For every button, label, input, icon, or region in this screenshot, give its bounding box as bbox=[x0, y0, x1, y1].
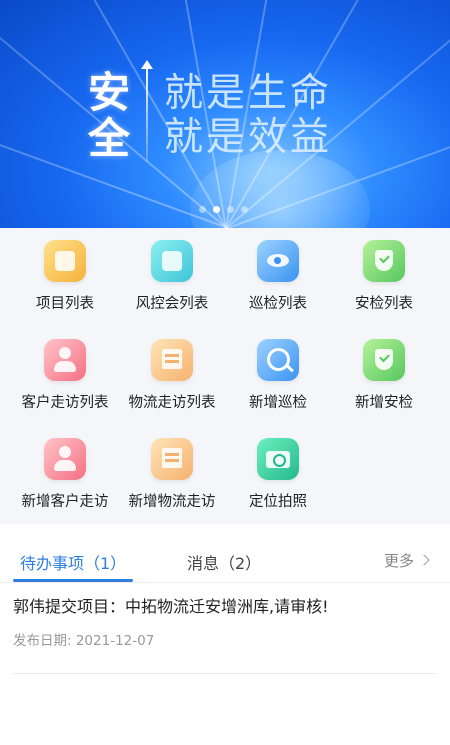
menu-label: 新增客户走访 bbox=[21, 494, 109, 510]
todo-title: 郭伟提交项目：中拓物流迁安增洲库,请审核! bbox=[13, 597, 329, 616]
banner-carousel[interactable]: 安 全 就是生命 就是效益 bbox=[0, 0, 450, 228]
menu-label: 新增安检 bbox=[355, 395, 413, 411]
patrol-list-icon bbox=[257, 240, 299, 282]
slogan-line-2: 就是效益 bbox=[164, 115, 333, 160]
banner-slogan-safety: 安 全 bbox=[88, 70, 140, 162]
menu-label: 安检列表 bbox=[355, 296, 413, 312]
more-label: 更多 bbox=[383, 552, 414, 570]
banner-slogan-lines: 就是生命 就是效益 bbox=[164, 72, 332, 160]
add-safety-check-icon bbox=[363, 339, 405, 381]
carousel-indicator bbox=[199, 206, 248, 213]
add-logistics-visit-icon bbox=[151, 438, 193, 480]
logistics-visit-list-icon bbox=[151, 339, 193, 381]
menu-label: 定位拍照 bbox=[249, 494, 307, 510]
banner-glow bbox=[190, 150, 370, 228]
menu-item-add-customer-visit[interactable]: 新增客户走访 bbox=[9, 438, 121, 511]
menu-label: 客户走访列表 bbox=[21, 395, 109, 411]
menu-item-risk-meeting-list[interactable]: 风控会列表 bbox=[116, 240, 228, 313]
menu-item-project-list[interactable]: 项目列表 bbox=[9, 240, 121, 313]
menu-item-location-photo[interactable]: 定位拍照 bbox=[222, 438, 334, 511]
list-item[interactable]: 郭伟提交项目：中拓物流迁安增洲库,请审核! 发布日期: 2021-12-07 bbox=[13, 595, 437, 649]
menu-label: 巡检列表 bbox=[249, 296, 307, 312]
menu-label: 新增物流走访 bbox=[128, 494, 216, 510]
tab-todo[interactable]: 待办事项（1） bbox=[20, 550, 126, 574]
add-customer-visit-icon bbox=[44, 438, 86, 480]
menu-item-add-patrol[interactable]: 新增巡检 bbox=[222, 339, 334, 412]
carousel-dot[interactable] bbox=[227, 206, 234, 213]
more-link[interactable]: 更多 bbox=[383, 550, 430, 571]
menu-item-patrol-list[interactable]: 巡检列表 bbox=[222, 240, 334, 313]
slogan-char: 全 bbox=[88, 114, 133, 163]
slogan-divider bbox=[146, 66, 148, 162]
todo-date: 发布日期: 2021-12-07 bbox=[13, 633, 155, 649]
slogan-char: 安 bbox=[88, 68, 133, 117]
menu-label: 项目列表 bbox=[36, 296, 94, 312]
customer-visit-list-icon bbox=[44, 339, 86, 381]
carousel-dot[interactable] bbox=[199, 206, 206, 213]
risk-meeting-icon bbox=[151, 240, 193, 282]
carousel-dot[interactable] bbox=[241, 206, 248, 213]
safety-check-list-icon bbox=[363, 240, 405, 282]
chevron-right-icon bbox=[418, 554, 430, 566]
menu-item-logistics-visit-list[interactable]: 物流走访列表 bbox=[116, 339, 228, 412]
add-patrol-icon bbox=[257, 339, 299, 381]
carousel-dot-active[interactable] bbox=[213, 206, 220, 213]
menu-item-customer-visit-list[interactable]: 客户走访列表 bbox=[9, 339, 121, 412]
menu-item-safety-check-list[interactable]: 安检列表 bbox=[328, 240, 440, 313]
tab-bar: 待办事项（1） 消息（2） 更多 bbox=[0, 524, 450, 582]
menu-item-add-safety-check[interactable]: 新增安检 bbox=[328, 339, 440, 412]
tab-messages[interactable]: 消息（2） bbox=[187, 550, 261, 574]
menu-item-add-logistics-visit[interactable]: 新增物流走访 bbox=[116, 438, 228, 511]
project-list-icon bbox=[44, 240, 86, 282]
menu-label: 风控会列表 bbox=[135, 296, 209, 312]
menu-label: 物流走访列表 bbox=[128, 395, 216, 411]
slogan-line-1: 就是生命 bbox=[164, 71, 333, 116]
divider bbox=[0, 582, 450, 583]
menu-label: 新增巡检 bbox=[249, 395, 307, 411]
divider bbox=[13, 673, 437, 674]
location-photo-icon bbox=[257, 438, 299, 480]
function-grid: 项目列表 风控会列表 巡检列表 安检列表 客户走访列表 物流走访列表 新增巡检 … bbox=[0, 228, 450, 524]
